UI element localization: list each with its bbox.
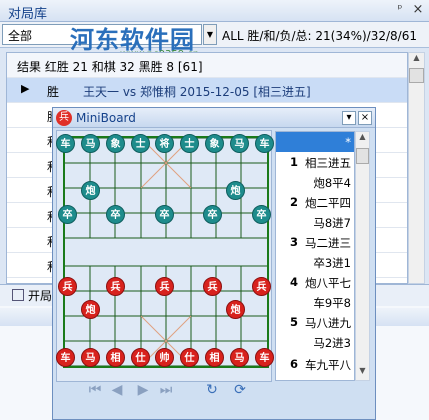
grid-icon: [12, 289, 24, 301]
move-item[interactable]: 炮8平4: [276, 172, 354, 192]
red-soldier[interactable]: 兵: [106, 277, 125, 296]
result-summary: 结果 红胜 21 和棋 32 黑胜 8 [61]: [17, 60, 203, 74]
black-soldier[interactable]: 卒: [252, 205, 271, 224]
move-number: 4: [290, 275, 299, 289]
red-soldier[interactable]: 兵: [58, 277, 77, 296]
move-text: 马八进九: [305, 316, 351, 330]
row-game-info: 王天一 vs 郑惟桐 2015-12-05 [相三进五]: [83, 85, 311, 99]
move-list-scrollbar[interactable]: [355, 131, 370, 381]
panel-title: 对局库: [8, 7, 48, 22]
black-horse[interactable]: 马: [81, 134, 100, 153]
scrollbar-thumb[interactable]: [356, 148, 369, 164]
red-soldier[interactable]: 兵: [155, 277, 174, 296]
move-item[interactable]: 马2进3: [276, 332, 354, 352]
move-text: 车九平八: [305, 358, 351, 372]
black-chariot[interactable]: 车: [56, 134, 75, 153]
scroll-down-icon[interactable]: ▼: [356, 366, 369, 380]
move-number: 1: [290, 155, 299, 169]
stats-summary: ALL 胜/和/负/总: 21(34%)/32/8/61: [222, 29, 417, 43]
miniboard-menu-button[interactable]: ▾: [342, 111, 356, 125]
red-advisor[interactable]: 仕: [131, 348, 150, 367]
red-advisor[interactable]: 仕: [180, 348, 199, 367]
move-text: 马2进3: [313, 336, 351, 350]
table-scrollbar[interactable]: [408, 52, 425, 284]
move-text: 相三进五: [305, 156, 351, 170]
row-pointer-icon: ▶: [21, 82, 30, 95]
red-soldier[interactable]: 兵: [203, 277, 222, 296]
move-number: 2: [290, 195, 299, 209]
miniboard-close-button[interactable]: ×: [358, 111, 372, 125]
red-horse[interactable]: 马: [230, 348, 249, 367]
black-cannon[interactable]: 炮: [226, 181, 245, 200]
red-general[interactable]: 帅: [155, 348, 174, 367]
move-text: 卒3进1: [313, 256, 351, 270]
move-text: 车9平8: [313, 296, 351, 310]
red-elephant[interactable]: 相: [106, 348, 125, 367]
black-horse[interactable]: 马: [230, 134, 249, 153]
tab-opening[interactable]: 开局: [28, 287, 52, 304]
move-item[interactable]: 马8进7: [276, 212, 354, 232]
red-elephant[interactable]: 相: [205, 348, 224, 367]
prev-move-icon[interactable]: ◀: [108, 382, 126, 400]
miniboard-title: MiniBoard: [76, 111, 136, 125]
black-soldier[interactable]: 卒: [106, 205, 125, 224]
chess-logo-icon: 兵: [56, 110, 72, 126]
black-cannon[interactable]: 炮: [81, 181, 100, 200]
red-cannon[interactable]: 炮: [226, 300, 245, 319]
black-soldier[interactable]: 卒: [58, 205, 77, 224]
move-text: 马二进三: [305, 236, 351, 250]
move-number: 6: [290, 357, 299, 371]
black-advisor[interactable]: 士: [131, 134, 150, 153]
table-row[interactable]: ▶ 胜 王天一 vs 郑惟桐 2015-12-05 [相三进五]: [7, 78, 407, 103]
result-summary-row: 结果 红胜 21 和棋 32 黑胜 8 [61]: [7, 53, 407, 78]
black-advisor[interactable]: 士: [180, 134, 199, 153]
red-chariot[interactable]: 车: [255, 348, 274, 367]
next-move-icon[interactable]: ▶: [134, 382, 152, 400]
move-number: 3: [290, 235, 299, 249]
move-item[interactable]: 4 炮八平七: [276, 272, 354, 292]
filter-dropdown-value: 全部: [8, 29, 33, 43]
panel-title-bar: [0, 0, 429, 22]
board-grid: [65, 138, 267, 366]
first-move-icon[interactable]: ⏮: [86, 382, 104, 400]
move-number: 5: [290, 315, 299, 329]
scroll-up-icon[interactable]: ▲: [409, 53, 424, 68]
chevron-down-icon[interactable]: ▼: [203, 24, 217, 45]
black-elephant[interactable]: 象: [106, 134, 125, 153]
refresh-icon[interactable]: ⟳: [231, 382, 249, 400]
black-soldier[interactable]: 卒: [155, 205, 174, 224]
move-item[interactable]: 1 相三进五: [276, 152, 354, 172]
move-item[interactable]: *: [276, 132, 354, 152]
red-horse[interactable]: 马: [81, 348, 100, 367]
move-text: *: [345, 135, 351, 149]
last-move-icon[interactable]: ⏭: [157, 382, 175, 400]
red-cannon[interactable]: 炮: [81, 300, 100, 319]
move-item[interactable]: 3 马二进三: [276, 232, 354, 252]
move-item[interactable]: 2 炮二平四: [276, 192, 354, 212]
move-item[interactable]: 车9平8: [276, 292, 354, 312]
black-elephant[interactable]: 象: [205, 134, 224, 153]
panel-close-icon[interactable]: ×: [410, 2, 426, 18]
pin-icon[interactable]: ᵖ: [392, 2, 408, 18]
scroll-up-icon[interactable]: ▲: [356, 132, 369, 146]
move-item[interactable]: 卒3进1: [276, 252, 354, 272]
move-text: 马8进7: [313, 216, 351, 230]
move-text: 炮八平七: [305, 276, 351, 290]
black-general[interactable]: 将: [155, 134, 174, 153]
move-text: 炮8平4: [313, 176, 351, 190]
move-list: * 1 相三进五 炮8平4 2 炮二平四 马8进7 3 马二进三 卒3进1 4 炮八平七…: [275, 131, 355, 381]
black-chariot[interactable]: 车: [255, 134, 274, 153]
black-soldier[interactable]: 卒: [203, 205, 222, 224]
scrollbar-thumb[interactable]: [409, 68, 424, 83]
move-text: 炮二平四: [305, 196, 351, 210]
move-item[interactable]: 6 车九平八: [276, 354, 354, 374]
xiangqi-board[interactable]: [63, 136, 269, 368]
red-soldier[interactable]: 兵: [252, 277, 271, 296]
move-item[interactable]: 5 马八进九: [276, 312, 354, 332]
flip-board-icon[interactable]: ↻: [203, 382, 221, 400]
row-result: 胜: [47, 85, 60, 99]
red-chariot[interactable]: 车: [56, 348, 75, 367]
